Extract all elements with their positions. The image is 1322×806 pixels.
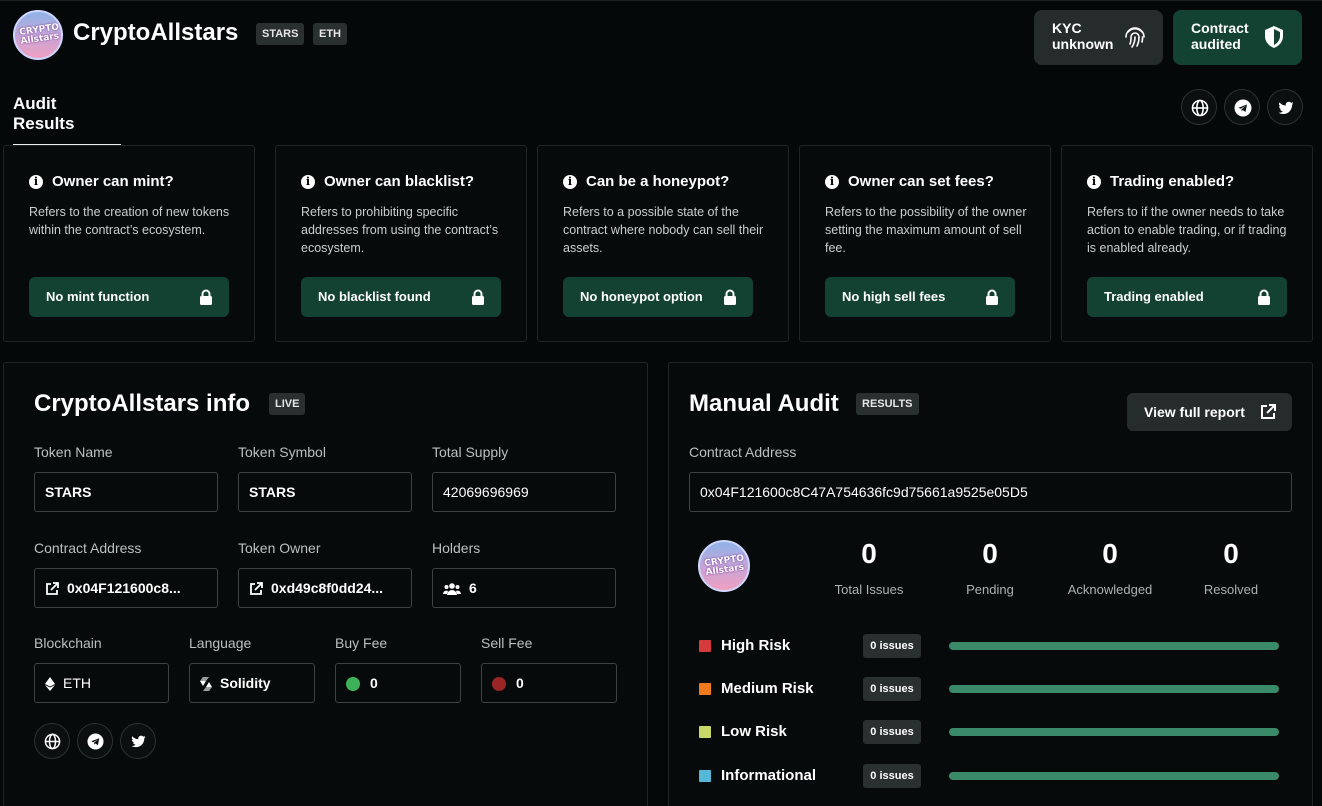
telegram-icon bbox=[87, 733, 104, 750]
lock-icon bbox=[1258, 289, 1270, 305]
project-logo: CRYPTO Allstars bbox=[13, 10, 63, 60]
stat-resolved: 0 Resolved bbox=[1203, 538, 1259, 597]
fingerprint-icon bbox=[1125, 27, 1145, 48]
status-badge: Trading enabled bbox=[1087, 277, 1287, 317]
buy-fee-field: 0 bbox=[335, 663, 461, 703]
audit-card-honeypot: i Can be a honeypot? Refers to a possible… bbox=[537, 145, 789, 342]
risk-row-low: Low Risk 0 issues bbox=[699, 720, 1289, 744]
sell-fee-status-dot bbox=[492, 677, 506, 692]
shield-check-icon bbox=[1265, 26, 1283, 48]
issue-count-badge: 0 issues bbox=[863, 720, 921, 744]
twitter-icon bbox=[131, 735, 146, 748]
website-button[interactable] bbox=[1181, 89, 1217, 125]
top-header: CRYPTO Allstars CryptoAllstars STARS ETH… bbox=[0, 0, 1322, 70]
users-icon bbox=[443, 583, 461, 596]
chain-tag: ETH bbox=[313, 23, 347, 45]
external-link-icon bbox=[250, 582, 263, 596]
token-name-field: STARS bbox=[34, 472, 218, 512]
info-icon: i bbox=[1087, 174, 1101, 189]
audit-card-fees: i Owner can set fees? Refers to the possi… bbox=[799, 145, 1051, 342]
info-telegram-button[interactable] bbox=[77, 723, 113, 759]
contract-audited-button[interactable]: Contract audited bbox=[1173, 10, 1302, 65]
token-symbol-field: STARS bbox=[238, 472, 412, 512]
risk-color-swatch bbox=[699, 683, 711, 695]
status-badge: No honeypot option bbox=[563, 277, 753, 317]
risk-progress-bar bbox=[949, 772, 1279, 780]
lock-icon bbox=[472, 289, 484, 305]
results-tag: RESULTS bbox=[856, 393, 919, 415]
risk-progress-bar bbox=[949, 685, 1279, 693]
contract-address-link[interactable]: 0x04F121600c8... bbox=[34, 568, 218, 608]
telegram-icon bbox=[1234, 99, 1252, 117]
language-field: Solidity bbox=[189, 663, 315, 703]
audit-card-trading: i Trading enabled? Refers to if the owner… bbox=[1061, 145, 1313, 342]
risk-color-swatch bbox=[699, 726, 711, 738]
ethereum-icon bbox=[45, 677, 55, 692]
project-logo: CRYPTO Allstars bbox=[698, 540, 750, 592]
stat-pending: 0 Pending bbox=[966, 538, 1014, 597]
info-website-button[interactable] bbox=[34, 723, 70, 759]
status-badge: No blacklist found bbox=[301, 277, 501, 317]
issue-count-badge: 0 issues bbox=[863, 677, 921, 701]
risk-color-swatch bbox=[699, 770, 711, 782]
info-icon: i bbox=[563, 174, 577, 189]
tab-audit-results[interactable]: Audit Results bbox=[13, 94, 121, 146]
info-twitter-button[interactable] bbox=[120, 723, 156, 759]
external-link-icon bbox=[46, 582, 59, 596]
twitter-button[interactable] bbox=[1267, 89, 1303, 125]
view-full-report-button[interactable]: View full report bbox=[1127, 393, 1292, 431]
risk-progress-bar bbox=[949, 728, 1279, 736]
status-badge: No high sell fees bbox=[825, 277, 1015, 317]
info-title: CryptoAllstars info bbox=[34, 390, 251, 417]
audit-card-blacklist: i Owner can blacklist? Refers to prohibit… bbox=[275, 145, 527, 342]
solidity-icon bbox=[200, 677, 212, 692]
issue-count-badge: 0 issues bbox=[863, 634, 921, 658]
info-icon: i bbox=[825, 174, 839, 189]
status-badge: No mint function bbox=[29, 277, 229, 317]
token-owner-link[interactable]: 0xd49c8f0dd24... bbox=[238, 568, 412, 608]
blockchain-field: ETH bbox=[34, 663, 169, 703]
holders-field: 6 bbox=[432, 568, 616, 608]
issue-count-badge: 0 issues bbox=[863, 764, 921, 788]
lock-icon bbox=[986, 289, 998, 305]
risk-row-informational: Informational 0 issues bbox=[699, 764, 1289, 788]
external-link-icon bbox=[1261, 404, 1276, 419]
project-title: CryptoAllstars bbox=[73, 19, 239, 46]
kyc-button[interactable]: KYC unknown bbox=[1034, 10, 1163, 65]
info-icon: i bbox=[301, 174, 315, 189]
globe-icon bbox=[44, 733, 61, 750]
info-icon: i bbox=[29, 174, 43, 189]
risk-row-high: High Risk 0 issues bbox=[699, 634, 1289, 658]
buy-fee-status-dot bbox=[346, 677, 360, 692]
risk-progress-bar bbox=[949, 642, 1279, 650]
lock-icon bbox=[724, 289, 736, 305]
audit-contract-address-field: 0x04F121600c8C47A754636fc9d75661a9525e05… bbox=[689, 472, 1292, 512]
audit-card-mint: i Owner can mint? Refers to the creation … bbox=[3, 145, 255, 342]
telegram-button[interactable] bbox=[1224, 89, 1260, 125]
tab-bar: Audit Results bbox=[13, 94, 121, 146]
twitter-icon bbox=[1278, 101, 1294, 115]
symbol-tag: STARS bbox=[256, 23, 305, 45]
lock-icon bbox=[200, 289, 212, 305]
audit-title: Manual Audit bbox=[689, 390, 839, 417]
globe-icon bbox=[1191, 99, 1209, 117]
risk-color-swatch bbox=[699, 640, 711, 652]
stat-total-issues: 0 Total Issues bbox=[834, 538, 904, 597]
risk-row-medium: Medium Risk 0 issues bbox=[699, 677, 1289, 701]
stat-acknowledged: 0 Acknowledged bbox=[1067, 538, 1153, 597]
live-tag: LIVE bbox=[269, 393, 306, 415]
sell-fee-field: 0 bbox=[481, 663, 617, 703]
total-supply-field: 42069696969 bbox=[432, 472, 616, 512]
